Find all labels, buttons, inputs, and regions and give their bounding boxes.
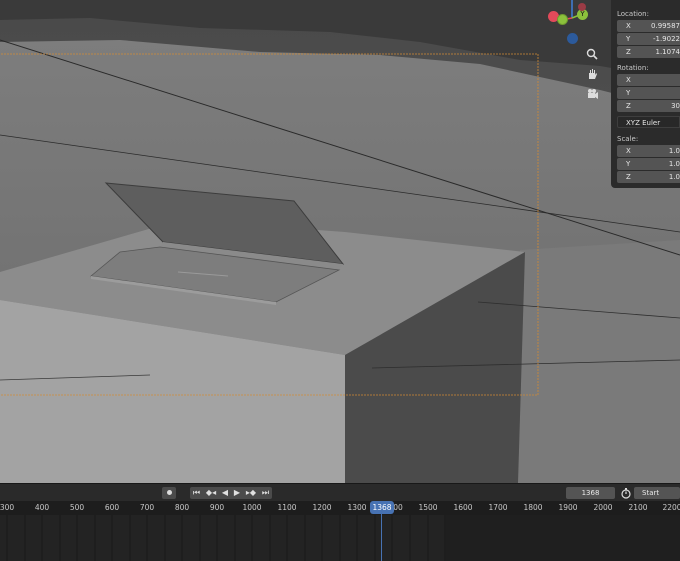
gizmo-y-negative-axis[interactable]	[557, 14, 568, 25]
timeline-track[interactable]	[0, 515, 680, 561]
play-icon[interactable]: ▶	[234, 487, 240, 499]
zoom-icon[interactable]	[582, 44, 602, 64]
scene-render	[0, 0, 680, 483]
location-label: Location:	[617, 10, 649, 18]
record-button[interactable]	[162, 487, 176, 499]
rotation-z-field[interactable]: Z 30	[617, 100, 680, 112]
rotation-x-field[interactable]: X	[617, 74, 680, 86]
3d-viewport[interactable]: Y Location: X 0.99587 Y -1.9022 Z 1.1074 Ro…	[0, 0, 680, 483]
scale-label: Scale:	[617, 135, 639, 143]
rotation-label: Rotation:	[617, 64, 649, 72]
ruler-tick: 2100	[628, 503, 648, 512]
ruler-tick: 1700	[488, 503, 508, 512]
rotation-y-field[interactable]: Y	[617, 87, 680, 99]
play-reverse-icon[interactable]: ◀	[222, 487, 228, 499]
ruler-tick: 2000	[593, 503, 613, 512]
timeline-ruler[interactable]: 300 400 500 600 700 800 900 1000 1100 12…	[0, 501, 680, 515]
ruler-tick: 1900	[558, 503, 578, 512]
next-keyframe-icon[interactable]: ▸◆	[246, 487, 256, 499]
ruler-tick-partial: 00	[393, 503, 403, 512]
scale-z-field[interactable]: Z 1.0	[617, 171, 680, 183]
timeline-grid	[6, 515, 680, 561]
playback-controls: ⏮ ◆◂ ◀ ▶ ▸◆ ⏭	[190, 487, 272, 499]
current-frame-marker[interactable]: 1368	[370, 501, 394, 514]
timeline-header: ⏮ ◆◂ ◀ ▶ ▸◆ ⏭ 1368 Start	[0, 483, 680, 501]
ruler-tick: 900	[209, 503, 225, 512]
scale-x-field[interactable]: X 1.0	[617, 145, 680, 157]
ruler-tick: 1500	[418, 503, 438, 512]
prev-keyframe-icon[interactable]: ◆◂	[206, 487, 216, 499]
transform-panel: Location: X 0.99587 Y -1.9022 Z 1.1074 Rota…	[611, 0, 680, 188]
camera-view-icon[interactable]	[582, 84, 602, 104]
scale-y-field[interactable]: Y 1.0	[617, 158, 680, 170]
start-frame-field[interactable]: Start	[634, 487, 680, 499]
gizmo-x-negative-axis[interactable]	[578, 3, 586, 11]
ruler-tick: 2200	[662, 503, 680, 512]
record-icon	[166, 490, 172, 495]
location-z-field[interactable]: Z 1.1074	[617, 46, 680, 58]
ruler-tick: 500	[69, 503, 85, 512]
jump-end-icon[interactable]: ⏭	[262, 487, 269, 499]
ruler-tick: 600	[104, 503, 120, 512]
ruler-tick: 300	[0, 503, 15, 512]
ruler-tick: 1300	[347, 503, 367, 512]
rotation-mode-select[interactable]: XYZ Euler	[617, 116, 680, 128]
gizmo-z-negative-axis[interactable]	[567, 33, 578, 44]
ruler-tick: 800	[174, 503, 190, 512]
ruler-tick: 1800	[523, 503, 543, 512]
navigation-gizmo[interactable]: Y	[545, 0, 595, 50]
location-y-field[interactable]: Y -1.9022	[617, 33, 680, 45]
location-x-field[interactable]: X 0.99587	[617, 20, 680, 32]
ruler-tick: 1200	[312, 503, 332, 512]
stopwatch-icon[interactable]	[620, 487, 632, 499]
ruler-tick: 1600	[453, 503, 473, 512]
current-frame-field[interactable]: 1368	[566, 487, 615, 499]
floor-right	[515, 240, 680, 483]
ruler-tick: 1000	[242, 503, 262, 512]
jump-start-icon[interactable]: ⏮	[193, 487, 200, 499]
ruler-tick: 1100	[277, 503, 297, 512]
ruler-tick: 700	[139, 503, 155, 512]
pan-hand-icon[interactable]	[582, 64, 602, 84]
ruler-tick: 400	[34, 503, 50, 512]
playhead[interactable]	[381, 513, 382, 561]
